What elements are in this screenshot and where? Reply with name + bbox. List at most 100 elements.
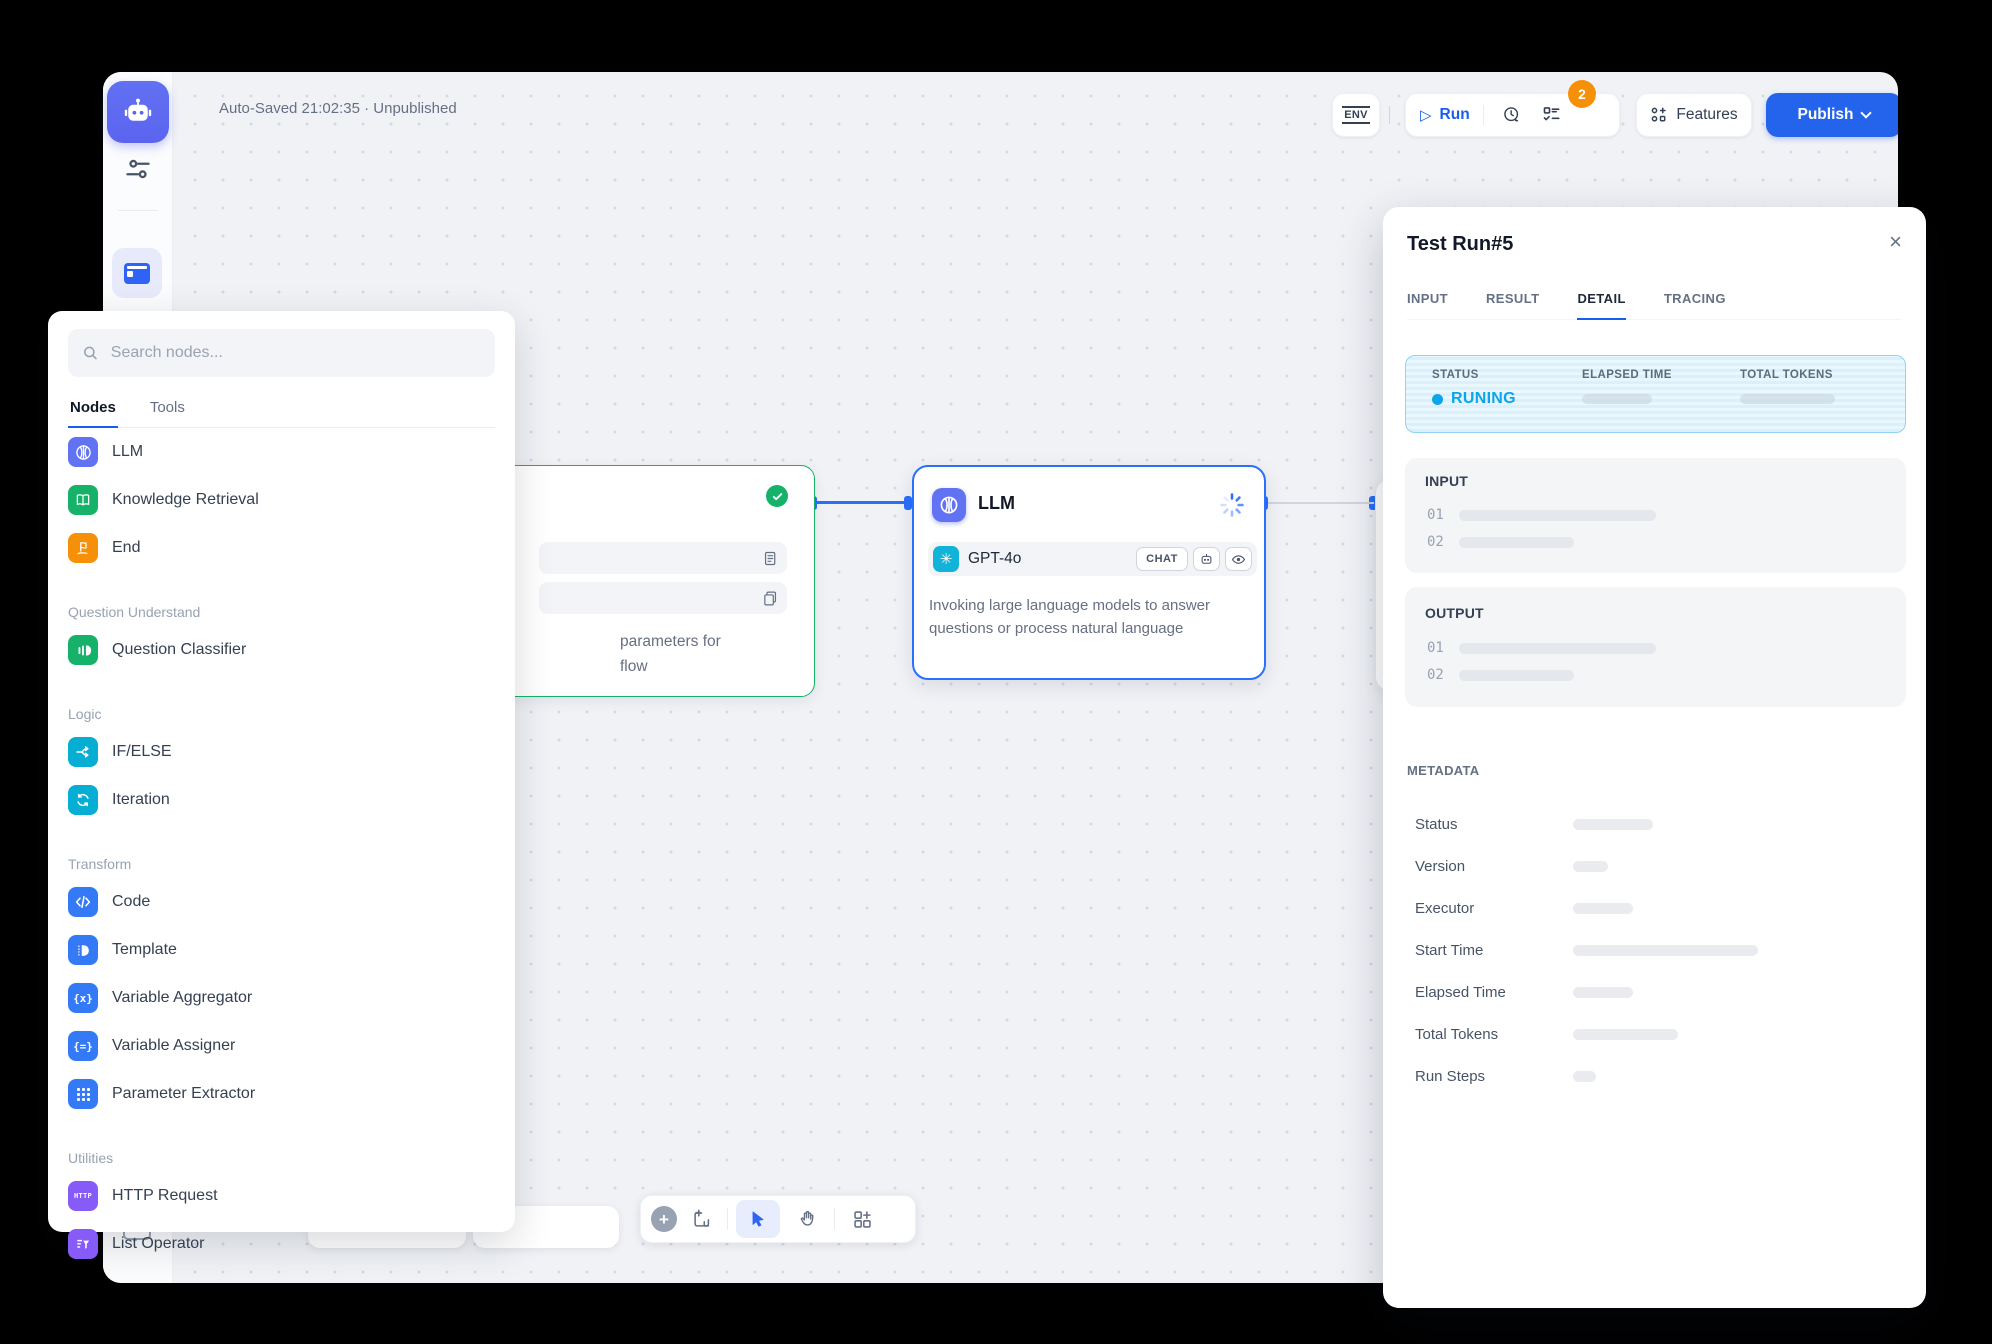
metadata-row-run-steps: Run Steps (1415, 1055, 1902, 1097)
vision-eye-icon (1225, 547, 1252, 571)
hand-tool-button[interactable] (788, 1200, 826, 1238)
workflow-panel-button[interactable] (112, 248, 162, 298)
elapsed-skeleton (1582, 394, 1652, 404)
panel-title: Test Run#5 (1407, 233, 1513, 256)
metadata-row-executor: Executor (1415, 887, 1902, 929)
metadata-row-version: Version (1415, 845, 1902, 887)
panel-tabs: Nodes Tools (68, 391, 495, 428)
code-icon (68, 887, 98, 917)
node-item-variable-assigner[interactable]: {=} Variable Assigner (68, 1022, 495, 1070)
env-button[interactable]: ENV (1332, 93, 1380, 137)
assigner-icon: {=} (68, 1031, 98, 1061)
metadata-row-elapsed-time: Elapsed Time (1415, 971, 1902, 1013)
node-item-question-classifier[interactable]: Question Classifier (68, 626, 495, 674)
checklist-button[interactable] (1535, 105, 1569, 125)
window-icon (124, 263, 150, 284)
metadata-list: Status Version Executor Start Time Elaps… (1415, 803, 1902, 1097)
checklist-count-badge[interactable]: 2 (1568, 80, 1596, 108)
tab-detail[interactable]: DETAIL (1577, 281, 1625, 320)
env-icon: ENV (1342, 106, 1370, 124)
publish-button[interactable]: Publish (1766, 93, 1898, 137)
llm-node[interactable]: LLM (912, 465, 1266, 680)
test-run-panel: Test Run#5 × INPUT RESULT DETAIL TRACING… (1383, 207, 1926, 1308)
node-search-panel: Nodes Tools LLM Knowledge Retrieval End … (48, 311, 515, 1232)
output-card: OUTPUT 01 02 (1405, 587, 1906, 707)
start-node-field[interactable] (539, 582, 787, 614)
section-logic: Logic (68, 674, 495, 728)
openai-icon: ✳ (933, 546, 959, 572)
node-item-template[interactable]: Template (68, 926, 495, 974)
sliders-icon[interactable] (124, 155, 152, 188)
autosave-status: Auto-Saved 21:02:35 · Unpublished (219, 100, 457, 117)
output-title: OUTPUT (1425, 605, 1484, 621)
node-item-variable-aggregator[interactable]: {x} Variable Aggregator (68, 974, 495, 1022)
metadata-row-status: Status (1415, 803, 1902, 845)
llm-node-title: LLM (978, 493, 1015, 514)
robot-icon (120, 94, 156, 130)
node-item-http-request[interactable]: HTTP HTTP Request (68, 1172, 495, 1220)
http-icon: HTTP (68, 1181, 98, 1211)
node-item-parameter-extractor[interactable]: Parameter Extractor (68, 1070, 495, 1118)
node-list: LLM Knowledge Retrieval End Question Und… (68, 428, 495, 1268)
search-box[interactable] (68, 329, 495, 377)
output-row: 01 (1427, 640, 1656, 656)
metadata-row-total-tokens: Total Tokens (1415, 1013, 1902, 1055)
node-item-list-operator[interactable]: List Operator (68, 1220, 495, 1268)
app-avatar[interactable] (107, 81, 169, 143)
tab-tools[interactable]: Tools (148, 391, 187, 427)
model-selector[interactable]: ✳ GPT-4o CHAT (928, 542, 1257, 576)
branch-icon (68, 737, 98, 767)
tab-tracing[interactable]: TRACING (1664, 281, 1726, 319)
search-input[interactable] (109, 343, 481, 363)
node-item-end[interactable]: End (68, 524, 495, 572)
start-node[interactable]: parameters for flow (483, 465, 815, 697)
organize-layout-button[interactable] (843, 1200, 881, 1238)
template-icon (68, 935, 98, 965)
success-check-icon (766, 485, 788, 507)
input-row: 02 (1427, 534, 1574, 550)
tab-result[interactable]: RESULT (1486, 281, 1539, 319)
canvas-control-toolbar: + (640, 1195, 916, 1243)
llm-icon (68, 437, 98, 467)
tab-nodes[interactable]: Nodes (68, 391, 118, 428)
close-icon[interactable]: × (1889, 231, 1902, 253)
divider (727, 1208, 728, 1230)
start-node-description: parameters for flow (620, 629, 810, 679)
extractor-icon (68, 1079, 98, 1109)
sidebar-divider (118, 210, 158, 211)
tab-input[interactable]: INPUT (1407, 281, 1448, 319)
add-note-button[interactable] (685, 1202, 719, 1236)
divider (1483, 105, 1484, 125)
loop-icon (68, 785, 98, 815)
node-item-code[interactable]: Code (68, 878, 495, 926)
node-item-if-else[interactable]: IF/ELSE (68, 728, 495, 776)
llm-node-description: Invoking large language models to answer… (929, 594, 1251, 640)
run-button[interactable]: ▷ Run (1420, 106, 1470, 124)
pointer-tool-button[interactable] (736, 1200, 780, 1238)
chat-mode-badge: CHAT (1136, 547, 1188, 571)
edge-llm-end (1268, 502, 1374, 504)
section-utilities: Utilities (68, 1118, 495, 1172)
start-node-field[interactable] (539, 542, 787, 574)
run-history-button[interactable] (1497, 105, 1527, 125)
aggregator-icon: {x} (68, 983, 98, 1013)
section-transform: Transform (68, 824, 495, 878)
section-question-understand: Question Understand (68, 572, 495, 626)
node-item-llm[interactable]: LLM (68, 428, 495, 476)
features-button[interactable]: Features (1636, 93, 1752, 137)
running-spinner-icon (1218, 491, 1246, 524)
running-dot-icon (1432, 394, 1443, 405)
add-node-button[interactable]: + (651, 1206, 677, 1232)
tokens-skeleton (1740, 394, 1835, 404)
output-row: 02 (1427, 667, 1574, 683)
edge-start-llm (817, 501, 907, 504)
run-tabs: INPUT RESULT DETAIL TRACING (1407, 281, 1901, 320)
input-card: INPUT 01 02 (1405, 458, 1906, 573)
flag-icon (68, 533, 98, 563)
node-item-knowledge-retrieval[interactable]: Knowledge Retrieval (68, 476, 495, 524)
features-icon (1650, 106, 1668, 124)
node-item-iteration[interactable]: Iteration (68, 776, 495, 824)
model-name: GPT-4o (968, 550, 1021, 568)
elapsed-label: ELAPSED TIME (1582, 369, 1740, 381)
input-row: 01 (1427, 507, 1656, 523)
